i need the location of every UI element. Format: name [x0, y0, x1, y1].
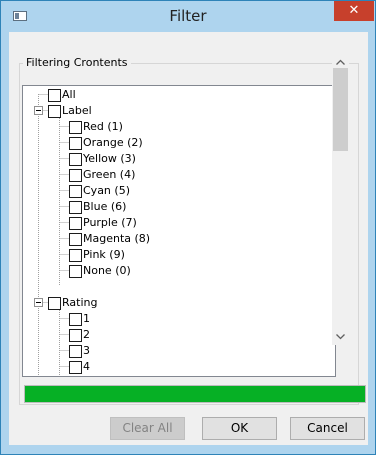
- tree-item-label: Orange (2): [83, 136, 143, 149]
- tree-item-label-group[interactable]: Label: [48, 103, 92, 119]
- checkbox[interactable]: [69, 360, 82, 374]
- checkbox[interactable]: [69, 264, 82, 278]
- tree-item-red[interactable]: Red (1): [69, 119, 123, 135]
- tree-item-rating-2[interactable]: 2: [69, 327, 90, 343]
- collapse-minus-icon[interactable]: [34, 298, 43, 307]
- tree-item-none[interactable]: None (0): [69, 263, 131, 279]
- tree-item-pink[interactable]: Pink (9): [69, 247, 125, 263]
- tree-item-label: 2: [83, 328, 90, 341]
- tree-item-label: Rating: [62, 296, 98, 309]
- tree-item-rating-3[interactable]: 3: [69, 343, 90, 359]
- filter-tree[interactable]: All Label Red (1) Orange (2) Yellow (3) …: [22, 85, 336, 377]
- window-title: Filter: [169, 7, 207, 25]
- tree-item-label: None (0): [83, 264, 131, 277]
- checkbox[interactable]: [69, 232, 82, 246]
- vertical-scrollbar[interactable]: [332, 53, 349, 345]
- checkbox[interactable]: [69, 248, 82, 262]
- collapse-minus-icon[interactable]: [34, 106, 43, 115]
- tree-item-label: Label: [62, 104, 92, 117]
- tree-item-label: 3: [83, 344, 90, 357]
- tree-item-label: Green (4): [83, 168, 136, 181]
- title-bar[interactable]: Filter ✕: [1, 1, 375, 32]
- checkbox[interactable]: [48, 88, 61, 102]
- progress-bar: [24, 385, 366, 403]
- checkbox[interactable]: [69, 344, 82, 358]
- tree-item-blue[interactable]: Blue (6): [69, 199, 126, 215]
- checkbox[interactable]: [69, 312, 82, 326]
- checkbox[interactable]: [69, 136, 82, 150]
- tree-item-label: Yellow (3): [83, 152, 136, 165]
- filtering-contents-group: Filtering Crontents All Label Red (1) Or…: [19, 56, 359, 405]
- checkbox[interactable]: [69, 216, 82, 230]
- clear-all-button[interactable]: Clear All: [110, 417, 185, 440]
- tree-item-label: 1: [83, 312, 90, 325]
- tree-item-purple[interactable]: Purple (7): [69, 215, 137, 231]
- checkbox[interactable]: [69, 184, 82, 198]
- tree-item-rating-4[interactable]: 4: [69, 359, 90, 375]
- tree-item-all[interactable]: All: [48, 87, 76, 103]
- cancel-button[interactable]: Cancel: [290, 417, 365, 440]
- tree-item-label: Cyan (5): [83, 184, 130, 197]
- tree-item-cyan[interactable]: Cyan (5): [69, 183, 130, 199]
- checkbox[interactable]: [69, 328, 82, 342]
- tree-item-label: All: [62, 88, 76, 101]
- tree-item-label: Blue (6): [83, 200, 127, 213]
- close-button[interactable]: ✕: [334, 1, 374, 21]
- tree-item-label: 4: [83, 360, 90, 373]
- progress-fill: [25, 386, 365, 402]
- checkbox[interactable]: [48, 104, 61, 118]
- ok-button[interactable]: OK: [202, 417, 277, 440]
- checkbox[interactable]: [69, 152, 82, 166]
- chevron-down-icon[interactable]: [332, 328, 349, 345]
- tree-item-yellow[interactable]: Yellow (3): [69, 151, 136, 167]
- checkbox[interactable]: [69, 120, 82, 134]
- checkbox[interactable]: [69, 168, 82, 182]
- checkbox[interactable]: [48, 296, 61, 310]
- tree-item-label: Magenta (8): [83, 232, 151, 245]
- checkbox[interactable]: [69, 200, 82, 214]
- dialog-body: Filtering Crontents All Label Red (1) Or…: [9, 32, 368, 445]
- group-legend: Filtering Crontents: [23, 56, 131, 70]
- tree-item-label: Red (1): [83, 120, 123, 133]
- tree-item-orange[interactable]: Orange (2): [69, 135, 143, 151]
- tree-item-rating-group[interactable]: Rating: [48, 295, 97, 311]
- tree-item-green[interactable]: Green (4): [69, 167, 135, 183]
- tree-item-magenta[interactable]: Magenta (8): [69, 231, 150, 247]
- tree-item-label: Pink (9): [83, 248, 125, 261]
- tree-item-label: Purple (7): [83, 216, 137, 229]
- scrollbar-thumb[interactable]: [333, 68, 348, 151]
- filter-dialog: Filter ✕ Filtering Crontents All Label R…: [0, 0, 376, 455]
- tree-item-rating-1[interactable]: 1: [69, 311, 90, 327]
